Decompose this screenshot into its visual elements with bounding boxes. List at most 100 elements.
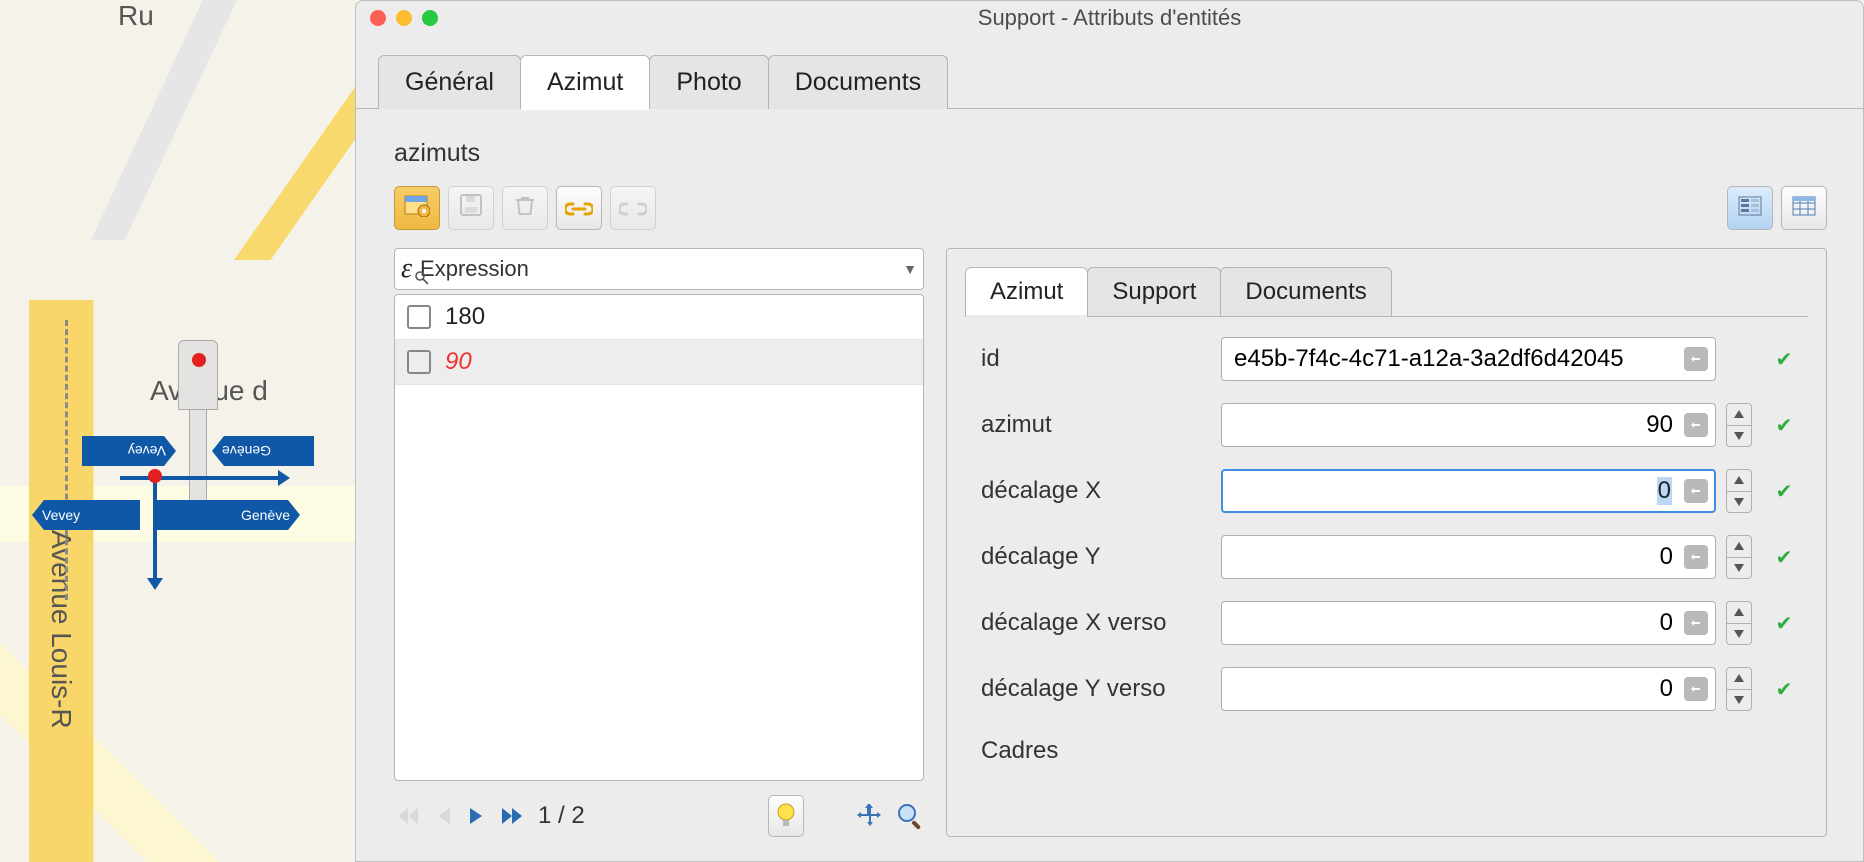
field-label-decalage-y: décalage Y: [981, 543, 1211, 571]
list-item-label: 90: [445, 348, 472, 376]
magnifier-icon: [896, 802, 924, 830]
expression-selector[interactable]: ε Expression ▼: [394, 248, 924, 290]
table-view-button[interactable]: [1781, 186, 1827, 230]
tab-page-azimut: azimuts: [356, 109, 1863, 861]
list-item[interactable]: 180: [395, 295, 923, 340]
delete-child-button[interactable]: [502, 186, 548, 230]
pan-to-feature-button[interactable]: [856, 802, 884, 830]
form-row-azimut: azimut ✔: [981, 403, 1800, 447]
spin-up-icon[interactable]: [1727, 470, 1751, 492]
spin-up-icon[interactable]: [1727, 668, 1751, 690]
spinbox[interactable]: [1726, 535, 1752, 579]
attribute-dialog: Support - Attributs d'entités Général Az…: [355, 0, 1864, 862]
spin-down-icon[interactable]: [1727, 624, 1751, 645]
field-input-azimut[interactable]: [1221, 403, 1716, 447]
valid-check-icon: ✔: [1768, 347, 1800, 372]
sign-geneve-flip: Genève: [212, 436, 314, 466]
inner-tab-azimut[interactable]: Azimut: [965, 267, 1088, 316]
inner-tab-support[interactable]: Support: [1087, 267, 1221, 316]
valid-check-icon: ✔: [1768, 677, 1800, 702]
highlight-feature-button[interactable]: [768, 795, 804, 837]
clear-icon[interactable]: [1684, 611, 1708, 635]
record-navigator: 1 / 2: [394, 781, 924, 837]
azimut-list[interactable]: 180 90: [394, 294, 924, 781]
clear-icon[interactable]: [1684, 413, 1708, 437]
spinbox[interactable]: [1726, 601, 1752, 645]
field-input-decalage-y-verso[interactable]: [1221, 667, 1716, 711]
valid-check-icon: ✔: [1768, 479, 1800, 504]
arrows-move-icon: [856, 802, 884, 830]
section-label-cadres: Cadres: [981, 733, 1800, 765]
clear-icon[interactable]: [1684, 677, 1708, 701]
toolbar-row: [394, 186, 1827, 230]
form-view-icon: [1738, 195, 1762, 222]
left-column: ε Expression ▼ 180 90: [394, 248, 924, 837]
clear-icon[interactable]: [1684, 347, 1708, 371]
last-record-button[interactable]: [498, 804, 526, 828]
spin-up-icon[interactable]: [1727, 536, 1751, 558]
valid-check-icon: ✔: [1768, 611, 1800, 636]
list-item[interactable]: 90: [395, 340, 923, 385]
page-title: azimuts: [394, 139, 1827, 168]
sign-vevey: Vevey: [32, 500, 140, 530]
list-checkbox[interactable]: [407, 350, 431, 374]
spin-down-icon[interactable]: [1727, 492, 1751, 513]
spin-down-icon[interactable]: [1727, 690, 1751, 711]
form-row-decalage-y-verso: décalage Y verso ✔: [981, 667, 1800, 711]
prev-record-button[interactable]: [434, 804, 454, 828]
inner-tab-documents[interactable]: Documents: [1220, 267, 1391, 316]
tab-photo[interactable]: Photo: [649, 55, 768, 109]
clear-icon[interactable]: [1684, 545, 1708, 569]
field-label-decalage-y-verso: décalage Y verso: [981, 675, 1211, 703]
trash-icon: [513, 193, 537, 223]
tab-general[interactable]: Général: [378, 55, 521, 109]
field-input-decalage-x[interactable]: 0: [1657, 477, 1672, 505]
save-disk-icon: [459, 193, 483, 223]
chevron-down-icon: ▼: [903, 261, 917, 277]
unlink-icon: [619, 195, 647, 222]
window-title: Support - Attributs d'entités: [356, 5, 1863, 31]
spin-up-icon[interactable]: [1727, 602, 1751, 624]
list-checkbox[interactable]: [407, 305, 431, 329]
spinbox[interactable]: [1726, 469, 1752, 513]
form-scroll-area[interactable]: id ✔ azimut: [965, 317, 1808, 818]
form-view-button[interactable]: [1727, 186, 1773, 230]
field-input-decalage-x-verso[interactable]: [1221, 601, 1716, 645]
spinbox[interactable]: [1726, 667, 1752, 711]
field-input-id[interactable]: [1221, 337, 1716, 381]
unlink-child-button[interactable]: [610, 186, 656, 230]
spin-up-icon[interactable]: [1727, 404, 1751, 426]
zoom-to-feature-button[interactable]: [896, 802, 924, 830]
save-edits-button[interactable]: [448, 186, 494, 230]
link-icon: [565, 195, 593, 222]
list-item-label: 180: [445, 303, 485, 331]
first-record-button[interactable]: [394, 804, 422, 828]
record-position: 1 / 2: [538, 802, 585, 830]
field-label-id: id: [981, 345, 1211, 373]
map-street-label-ru: Ru: [118, 0, 154, 32]
inner-tab-bar: Azimut Support Documents: [965, 267, 1808, 317]
link-child-button[interactable]: [556, 186, 602, 230]
epsilon-icon: ε: [401, 253, 412, 285]
form-row-decalage-y: décalage Y ✔: [981, 535, 1800, 579]
window-minimize-button[interactable]: [396, 10, 412, 26]
signpost-symbol: Vevey Genève Vevey Genève: [20, 340, 310, 590]
window-close-button[interactable]: [370, 10, 386, 26]
tab-documents[interactable]: Documents: [768, 55, 948, 109]
valid-check-icon: ✔: [1768, 545, 1800, 570]
split-body: ε Expression ▼ 180 90: [394, 248, 1827, 837]
spinbox[interactable]: [1726, 403, 1752, 447]
expression-label: Expression: [420, 256, 529, 282]
spin-down-icon[interactable]: [1727, 426, 1751, 447]
sign-geneve: Genève: [154, 500, 300, 530]
toggle-editing-button[interactable]: [394, 186, 440, 230]
tab-azimut[interactable]: Azimut: [520, 55, 650, 109]
clear-icon[interactable]: [1684, 479, 1708, 503]
next-record-button[interactable]: [466, 804, 486, 828]
spin-down-icon[interactable]: [1727, 558, 1751, 579]
field-label-decalage-x: décalage X: [981, 477, 1211, 505]
window-zoom-button[interactable]: [422, 10, 438, 26]
form-gear-icon: [404, 193, 430, 223]
table-view-icon: [1792, 195, 1816, 222]
field-input-decalage-y[interactable]: [1221, 535, 1716, 579]
